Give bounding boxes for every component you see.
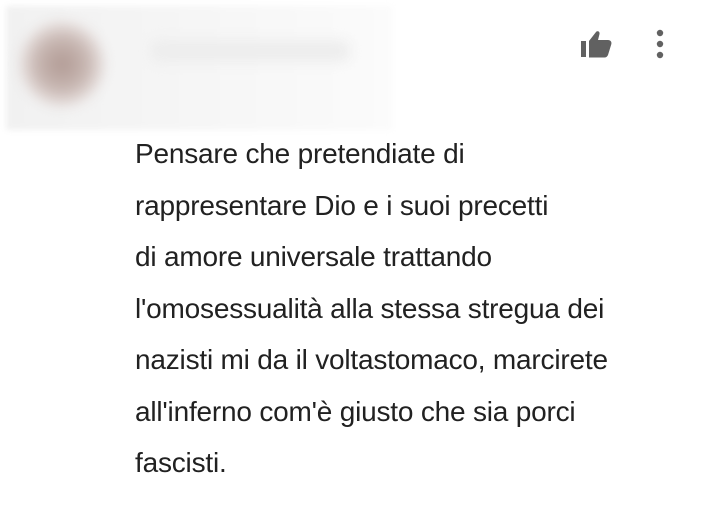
avatar[interactable] xyxy=(20,22,104,106)
thumb-up-icon xyxy=(581,31,612,58)
comment-line: nazisti mi da il voltastomaco, marcirete xyxy=(135,344,608,375)
comment-line: rappresentare Dio e i suoi precetti xyxy=(135,189,549,221)
comment-line: l'omosessualità alla stessa stregua dei xyxy=(135,292,605,324)
comment-line: di amore universale trattando xyxy=(135,241,492,272)
comment-card: Pensare che pretendiate di rappresentare… xyxy=(0,0,704,506)
comment-line: all'inferno com'è giusto che sia porci xyxy=(135,395,576,427)
comment-line: Pensare che pretendiate di xyxy=(135,138,465,169)
more-vert-icon xyxy=(656,29,664,59)
more-options-button[interactable] xyxy=(646,26,674,62)
comment-line: fascisti. xyxy=(135,447,227,478)
comment-text: Pensare che pretendiate di rappresentare… xyxy=(135,128,695,489)
like-button[interactable] xyxy=(576,26,616,62)
author-name[interactable] xyxy=(150,40,350,62)
